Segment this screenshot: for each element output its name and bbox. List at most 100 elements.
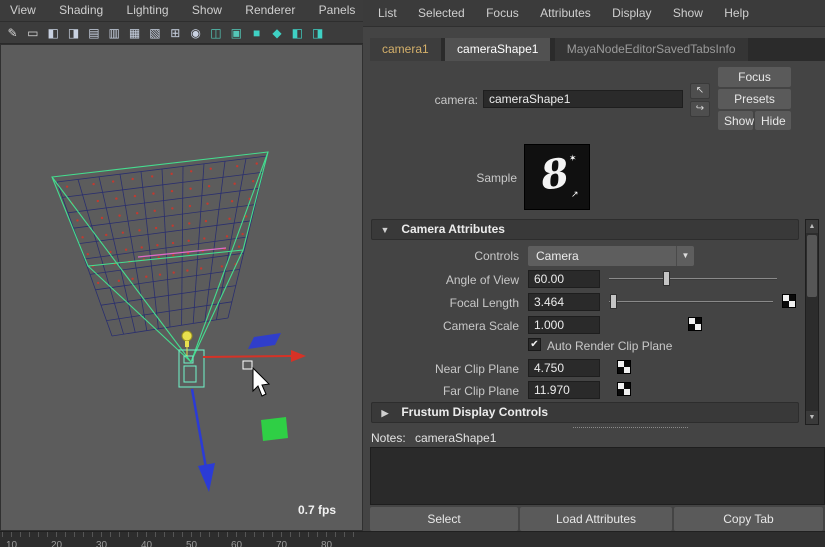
menu-show[interactable]: Show [664, 0, 712, 26]
camera-scale-texture-map-button[interactable] [688, 317, 702, 331]
focus-button[interactable]: Focus [718, 67, 791, 87]
green-plane-object[interactable] [261, 417, 288, 441]
menu-panels[interactable]: Panels [309, 0, 366, 20]
angle-of-view-input[interactable] [528, 270, 600, 288]
focal-length-slider-handle[interactable] [610, 294, 617, 309]
chevron-down-icon: ▼ [676, 246, 694, 266]
far-clip-label: Far Clip Plane [442, 384, 519, 398]
toolbar-icon[interactable]: ◨ [309, 24, 326, 42]
section-frustum-display-controls[interactable]: ▶ Frustum Display Controls [371, 402, 799, 423]
toolbar-icon[interactable]: ✎ [4, 24, 21, 42]
focal-length-texture-map-button[interactable] [782, 294, 796, 308]
select-button[interactable]: Select [370, 507, 518, 531]
toolbar-icon[interactable]: ◨ [65, 24, 82, 42]
scrollbar-thumb[interactable] [807, 235, 817, 297]
menu-renderer[interactable]: Renderer [235, 0, 305, 20]
ruler-tick: 50 [186, 540, 198, 547]
section-camera-attributes[interactable]: ▼ Camera Attributes [371, 219, 799, 240]
focal-length-input[interactable] [528, 293, 600, 311]
sample-swatch-image[interactable]: 8 ✶ ↗ [524, 144, 590, 210]
focal-length-slider[interactable] [609, 301, 773, 303]
manipulator-x-arrow[interactable] [202, 350, 306, 362]
menu-help[interactable]: Help [715, 0, 758, 26]
camera-scale-input[interactable] [528, 316, 600, 334]
menu-lighting[interactable]: Lighting [117, 0, 179, 20]
swatch-spark: ↗ [571, 189, 579, 199]
menu-list[interactable]: List [369, 0, 406, 26]
toolbar-icon[interactable]: ⊞ [167, 24, 184, 42]
angle-of-view-slider[interactable] [609, 278, 777, 280]
toolbar-icon[interactable]: ▭ [24, 24, 41, 42]
ruler-tick: 30 [96, 540, 108, 547]
angle-of-view-slider-handle[interactable] [663, 271, 670, 286]
section-title: Camera Attributes [401, 222, 505, 236]
toolbar-icon[interactable]: ◉ [187, 24, 204, 42]
controls-dropdown[interactable]: Camera ▼ [528, 246, 694, 266]
viewport-toolbar: ✎ ▭ ◧ ◨ ▤ ▥ ▦ ▧ ⊞ ◉ ◫ ▣ ■ ◆ ◧ ◨ [0, 22, 363, 44]
pin-node-icon[interactable]: ↪ [690, 101, 710, 117]
checkmark-icon: ✔ [530, 339, 539, 350]
toolbar-icon[interactable]: ◆ [268, 24, 285, 42]
toolbar-icon[interactable]: ■ [248, 24, 265, 42]
toolbar-icon[interactable]: ◧ [289, 24, 306, 42]
toolbar-icon[interactable]: ▤ [85, 24, 102, 42]
angle-of-view-label: Angle of View [445, 273, 519, 287]
section-divider [573, 427, 688, 428]
tab-mayanodeeditorsavedtabsinfo[interactable]: MayaNodeEditorSavedTabsInfo [554, 38, 748, 61]
section-title: Frustum Display Controls [401, 405, 549, 419]
camera-name-input[interactable] [483, 90, 683, 108]
swatch-spark: ✶ [569, 153, 577, 163]
attributes-scrollbar[interactable]: ▲ ▼ [805, 219, 819, 425]
menu-display[interactable]: Display [603, 0, 660, 26]
notes-textarea[interactable] [370, 447, 825, 505]
toolbar-icon[interactable]: ◫ [207, 24, 224, 42]
menu-selected[interactable]: Selected [409, 0, 474, 26]
far-clip-texture-map-button[interactable] [617, 382, 631, 396]
near-clip-texture-map-button[interactable] [617, 360, 631, 374]
controls-label: Controls [474, 249, 519, 263]
load-node-icon[interactable]: ↖ [690, 83, 710, 99]
ruler-tick: 20 [51, 540, 63, 547]
manipulator-plane-handle[interactable] [248, 333, 281, 349]
notes-node-name: cameraShape1 [415, 431, 497, 445]
particle-dots [65, 162, 258, 285]
menu-attributes[interactable]: Attributes [531, 0, 600, 26]
toolbar-icon[interactable]: ▥ [106, 24, 123, 42]
presets-button[interactable]: Presets [718, 89, 791, 109]
swatch-render: 8 [537, 149, 572, 200]
copy-tab-button[interactable]: Copy Tab [674, 507, 823, 531]
section-open-icon: ▼ [380, 225, 390, 235]
toolbar-icon[interactable]: ▦ [126, 24, 143, 42]
scroll-up-icon[interactable]: ▲ [806, 220, 818, 233]
toolbar-icon[interactable]: ▣ [228, 24, 245, 42]
toolbar-icon[interactable]: ▧ [146, 24, 163, 42]
ruler-ticks [2, 532, 362, 537]
menu-view[interactable]: View [0, 0, 46, 20]
toolbar-icon[interactable]: ◧ [45, 24, 62, 42]
3d-viewport[interactable]: 0.7 fps [0, 44, 363, 531]
viewport-scene[interactable] [1, 45, 362, 530]
show-button[interactable]: Show [718, 111, 754, 130]
attribute-editor: List Selected Focus Attributes Display S… [363, 0, 825, 531]
load-attributes-button[interactable]: Load Attributes [520, 507, 672, 531]
menu-show[interactable]: Show [182, 0, 232, 20]
hide-button[interactable]: Hide [755, 111, 791, 130]
tab-camerashape1[interactable]: cameraShape1 [445, 38, 551, 61]
near-clip-input[interactable] [528, 359, 600, 377]
manipulator-z-arrow[interactable] [190, 388, 215, 492]
scroll-down-icon[interactable]: ▼ [806, 411, 818, 424]
notes-label: Notes: [371, 431, 406, 445]
controls-dropdown-value: Camera [536, 249, 579, 263]
auto-render-clip-checkbox[interactable]: ✔ [528, 338, 541, 351]
menu-focus[interactable]: Focus [477, 0, 528, 26]
ruler-tick: 70 [276, 540, 288, 547]
tab-camera1[interactable]: camera1 [370, 38, 441, 61]
attribute-editor-menubar: List Selected Focus Attributes Display S… [363, 0, 825, 27]
maya-window: View Shading Lighting Show Renderer Pane… [0, 0, 825, 547]
near-clip-label: Near Clip Plane [434, 362, 519, 376]
far-clip-input[interactable] [528, 381, 600, 399]
camera-object[interactable] [178, 349, 205, 388]
menu-shading[interactable]: Shading [49, 0, 113, 20]
ruler-tick: 60 [231, 540, 243, 547]
time-slider[interactable]: 10 20 30 40 50 60 70 80 [0, 531, 825, 547]
